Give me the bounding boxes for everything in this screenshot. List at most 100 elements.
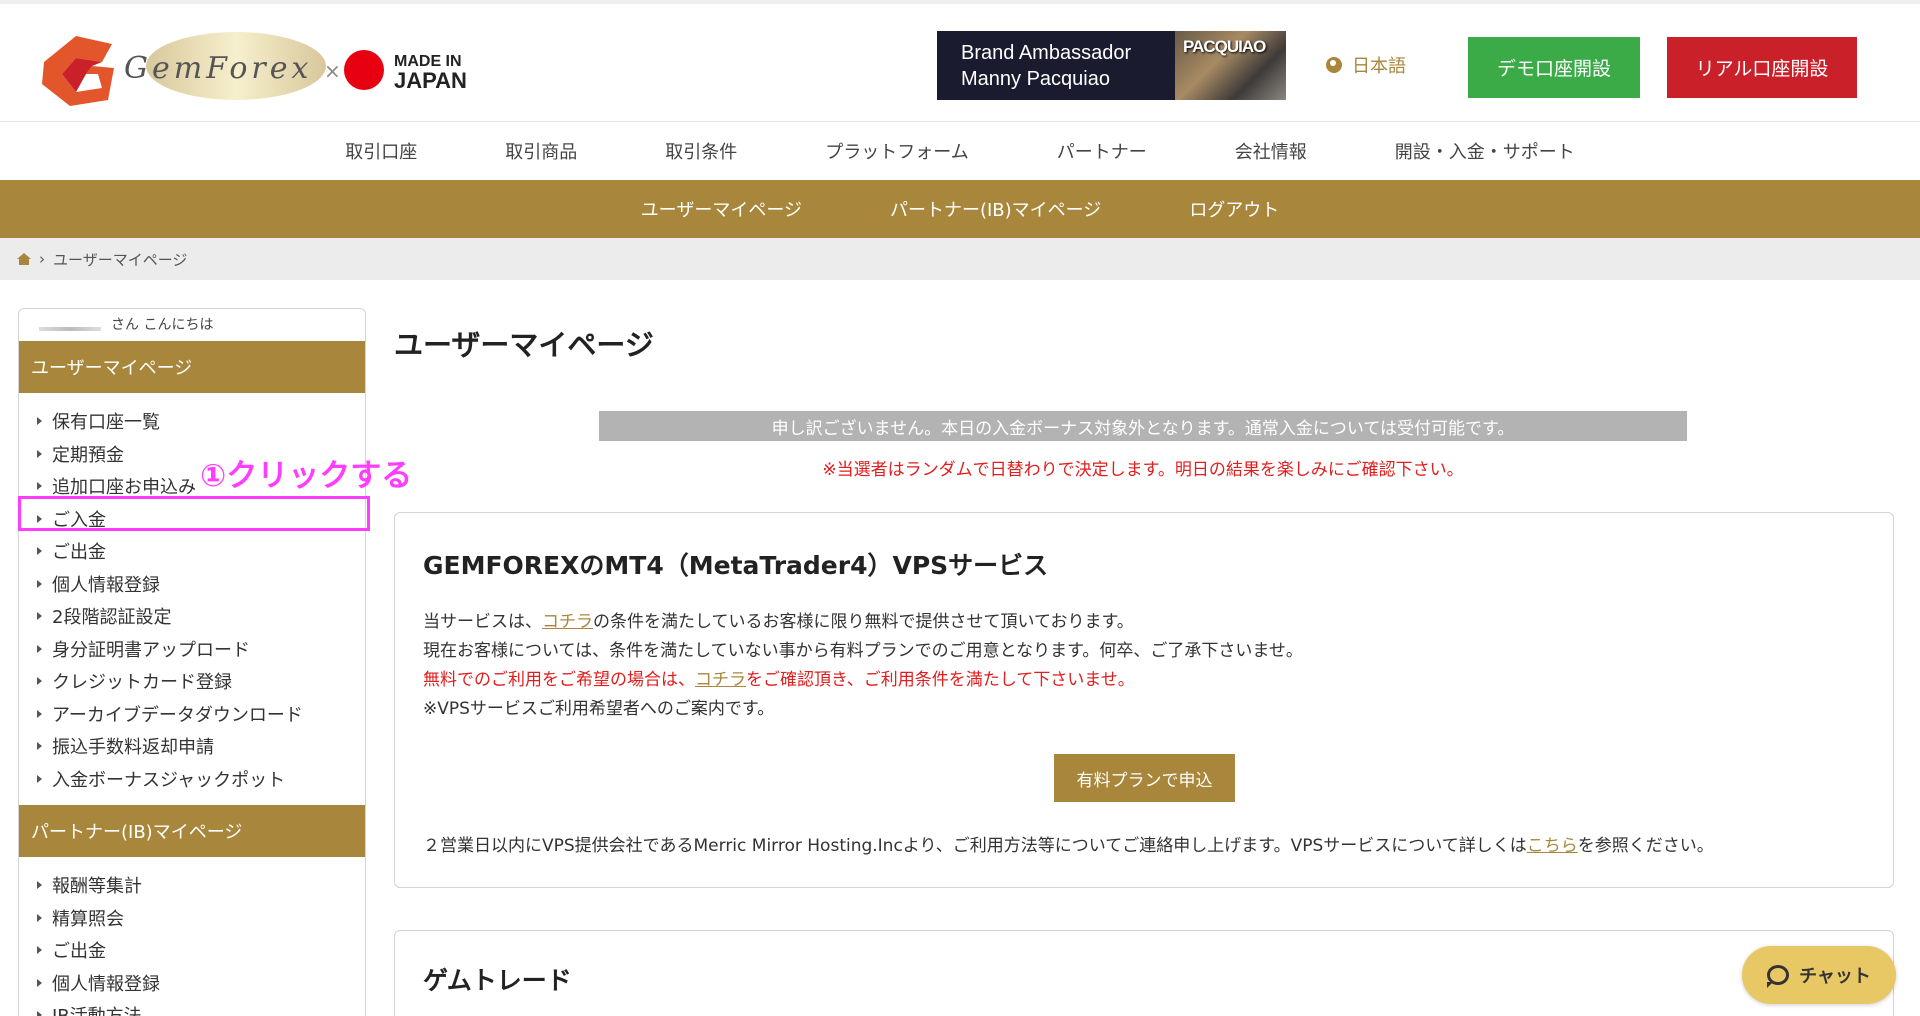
main-navigation: 取引口座 取引商品 取引条件 プラットフォーム パートナー 会社情報 開設・入金… [0, 122, 1920, 180]
vps-description: 当サービスは、コチラの条件を満たしているお客様に限り無料で提供させて頂いておりま… [423, 608, 1303, 724]
sidebar-item-partner-withdrawal[interactable]: ご出金 [19, 934, 365, 967]
sidebar-item-id-upload[interactable]: 身分証明書アップロード [19, 633, 365, 666]
greeting: さん こんにちは [19, 309, 365, 341]
sidebar-item-credit-card[interactable]: クレジットカード登録 [19, 665, 365, 698]
sidebar-item-label: 保有口座一覧 [52, 412, 160, 434]
sidebar-partner-list: 報酬等集計 精算照会 ご出金 個人情報登録 IB活動方法 [19, 857, 365, 1016]
brand-ambassador-banner[interactable]: Brand Ambassador Manny Pacquiao PACQUIAO [937, 31, 1286, 100]
sidebar-item-partner-info[interactable]: 個人情報登録 [19, 967, 365, 1000]
gemtrade-title: ゲムトレード [423, 966, 572, 995]
sidebar-item-bonus-jackpot[interactable]: 入金ボーナスジャックポット [19, 763, 365, 796]
arrow-right-icon [37, 449, 42, 458]
arrow-right-icon [37, 644, 42, 653]
text: をご確認頂き、ご利用条件を満たして下さいませ。 [746, 670, 1135, 690]
real-account-button[interactable]: リアル口座開設 [1667, 37, 1857, 98]
vps-line2: 現在お客様については、条件を満たしていない事から有料プランでのご用意となります。… [423, 641, 1303, 661]
arrow-right-icon [37, 677, 42, 686]
arrow-right-icon [37, 709, 42, 718]
text: の条件を満たしているお客様に限り無料で提供させて頂いております。 [593, 612, 1134, 632]
sidebar-item-archive-download[interactable]: アーカイブデータダウンロード [19, 698, 365, 731]
svg-text:×: × [324, 59, 341, 83]
sidebar-item-label: 個人情報登録 [52, 574, 160, 596]
language-selector[interactable]: 日本語 [1326, 52, 1406, 78]
deposit-highlight-box [18, 496, 370, 531]
nav-trading-conditions[interactable]: 取引条件 [621, 138, 781, 164]
sidebar-item-label: 振込手数料返却申請 [52, 737, 214, 759]
nav-trading-products[interactable]: 取引商品 [461, 138, 621, 164]
sidebar-item-label: アーカイブデータダウンロード [52, 704, 303, 726]
sidebar-item-label: クレジットカード登録 [52, 672, 232, 694]
nav-partner-mypage[interactable]: パートナー(IB)マイページ [846, 196, 1145, 222]
sidebar-item-withdrawal[interactable]: ご出金 [19, 535, 365, 568]
chat-button[interactable]: チャット [1742, 946, 1896, 1004]
vps-footer-note: ２営業日以内にVPS提供会社であるMerric Mirror Hosting.I… [423, 831, 1714, 856]
brand-line1: Brand Ambassador [961, 42, 1132, 64]
gemtrade-card: ゲムトレード [394, 930, 1894, 1016]
arrow-right-icon [37, 742, 42, 751]
arrow-right-icon [37, 612, 42, 621]
sidebar-item-label: 2段階認証設定 [52, 607, 172, 629]
sidebar-item-label: ご出金 [52, 941, 106, 963]
brand-line2: Manny Pacquiao [961, 68, 1110, 90]
text: 当サービスは、 [423, 612, 542, 632]
nav-open-deposit-support[interactable]: 開設・入金・サポート [1351, 138, 1619, 164]
arrow-right-icon [37, 978, 42, 987]
user-navigation: ユーザーマイページ パートナー(IB)マイページ ログアウト [0, 180, 1920, 238]
sidebar-item-ib-activity[interactable]: IB活動方法 [19, 999, 365, 1016]
nav-logout[interactable]: ログアウト [1145, 196, 1323, 222]
vps-conditions-link[interactable]: コチラ [542, 612, 593, 632]
sidebar-item-label: ご出金 [52, 542, 106, 564]
sidebar-item-label: 身分証明書アップロード [52, 639, 250, 661]
ambassador-photo: PACQUIAO [1175, 31, 1286, 100]
lottery-notice: ※当選者はランダムで日替わりで決定します。明日の結果を楽しみにご確認下さい。 [822, 460, 1464, 480]
vps-details-link[interactable]: こちら [1527, 836, 1578, 856]
nav-company-info[interactable]: 会社情報 [1191, 138, 1351, 164]
arrow-right-icon [37, 579, 42, 588]
vps-line4: ※VPSサービスご利用希望者へのご案内です。 [423, 699, 775, 719]
logo-text: GemForex [124, 51, 312, 86]
demo-account-button[interactable]: デモ口座開設 [1468, 37, 1640, 98]
arrow-right-icon [37, 913, 42, 922]
bonus-notice-bar: 申し訳ございません。本日の入金ボーナス対象外となります。通常入金については受付可… [599, 411, 1687, 441]
sidebar-item-label: 精算照会 [52, 908, 124, 930]
photo-caption: PACQUIAO [1183, 37, 1266, 56]
breadcrumb: › ユーザーマイページ [0, 238, 1920, 280]
vps-line1: 当サービスは、コチラの条件を満たしているお客様に限り無料で提供させて頂いておりま… [423, 608, 1303, 637]
arrow-right-icon [37, 417, 42, 426]
sidebar-user-heading: ユーザーマイページ [19, 341, 365, 393]
text: ２営業日以内にVPS提供会社であるMerric Mirror Hosting.I… [423, 836, 1527, 856]
globe-icon [1326, 57, 1342, 73]
nav-platform[interactable]: プラットフォーム [781, 138, 1012, 164]
sidebar-item-label: 報酬等集計 [52, 876, 142, 898]
sidebar-item-2fa[interactable]: 2段階認証設定 [19, 600, 365, 633]
sidebar-item-label: 入金ボーナスジャックポット [52, 769, 286, 791]
sidebar-item-label: IB活動方法 [52, 1002, 142, 1016]
vps-title: GEMFOREXのMT4（MetaTrader4）VPSサービス [423, 551, 1049, 580]
breadcrumb-separator: › [39, 250, 45, 268]
text: を参照ください。 [1577, 836, 1714, 856]
sidebar-item-label: 個人情報登録 [52, 973, 160, 995]
click-annotation: ①クリックする [200, 458, 413, 494]
vps-free-conditions-link[interactable]: コチラ [695, 670, 746, 690]
nav-user-mypage[interactable]: ユーザーマイページ [597, 196, 846, 222]
greeting-text: さん こんにちは [111, 317, 214, 333]
home-icon[interactable] [17, 253, 31, 265]
text: 無料でのご利用をご希望の場合は、 [423, 670, 695, 690]
brand-ambassador-text: Brand Ambassador Manny Pacquiao [937, 31, 1175, 100]
chat-bubble-icon [1767, 965, 1790, 988]
sidebar-item-rewards[interactable]: 報酬等集計 [19, 869, 365, 902]
sidebar-item-personal-info[interactable]: 個人情報登録 [19, 568, 365, 601]
arrow-right-icon [37, 881, 42, 890]
vps-line3: 無料でのご利用をご希望の場合は、コチラをご確認頂き、ご利用条件を満たして下さいま… [423, 666, 1303, 695]
language-label: 日本語 [1352, 56, 1406, 77]
gemforex-logo[interactable]: GemForex × MADE IN JAPAN [36, 22, 476, 112]
nav-trading-accounts[interactable]: 取引口座 [301, 138, 461, 164]
sidebar-item-fee-refund[interactable]: 振込手数料返却申請 [19, 730, 365, 763]
arrow-right-icon [37, 946, 42, 955]
sidebar-item-accounts[interactable]: 保有口座一覧 [19, 405, 365, 438]
sidebar-item-label: 定期預金 [52, 444, 124, 466]
nav-partner[interactable]: パートナー [1013, 138, 1191, 164]
vps-service-card: GEMFOREXのMT4（MetaTrader4）VPSサービス 当サービスは、… [394, 512, 1894, 888]
sidebar-item-settlement[interactable]: 精算照会 [19, 902, 365, 935]
paid-plan-apply-button[interactable]: 有料プランで申込 [1054, 754, 1235, 802]
